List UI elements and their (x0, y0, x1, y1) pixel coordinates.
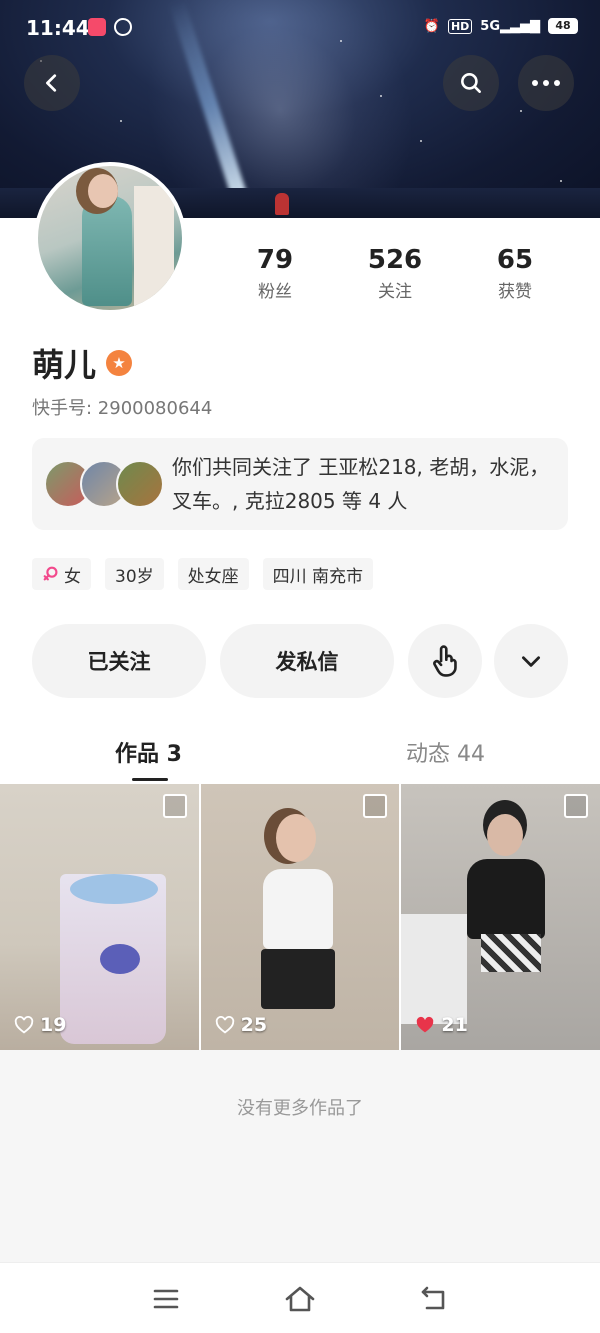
profile-name-row: 萌儿 ★ (32, 340, 133, 386)
alarm-icon: ⏰ (423, 18, 440, 34)
mutual-follow-text: 你们共同关注了 王亚松218, 老胡，水泥，叉车。, 克拉2805 等 4 人 (172, 455, 550, 513)
status-bar: 11:44 ⏰ HD 5G▂▃▅▇ 48 (0, 0, 600, 56)
tag-zodiac: 处女座 (177, 558, 249, 590)
stat-value: 79 (256, 245, 294, 275)
poke-button[interactable] (408, 624, 482, 698)
followed-button[interactable]: 已关注 (32, 624, 206, 698)
more-button[interactable] (518, 55, 574, 111)
like-count: 19 (14, 1014, 66, 1036)
tag-location: 四川 南充市 (262, 558, 374, 590)
avatar[interactable] (34, 162, 186, 314)
image-post-icon (162, 794, 187, 818)
app-notification-icon (88, 18, 106, 36)
stat-label: 获赞 (498, 282, 532, 302)
like-count: 25 (215, 1014, 267, 1036)
like-count-value: 19 (40, 1014, 67, 1036)
menu-icon (153, 1289, 179, 1309)
stat-value: 65 (496, 245, 534, 275)
profile-name: 萌儿 (32, 346, 97, 384)
tag-label: 女 (64, 566, 81, 587)
signal-icon: 5G▂▃▅▇ (480, 18, 540, 34)
work-thumbnail[interactable]: 25 (200, 784, 400, 1050)
active-tab-indicator (132, 778, 168, 781)
recent-apps-button[interactable] (150, 1283, 182, 1315)
system-back-button[interactable] (418, 1283, 450, 1315)
profile-tabs: 作品 3 动态 44 (0, 724, 600, 784)
image-post-icon (564, 794, 589, 818)
mutual-avatar (116, 460, 164, 508)
heart-outline-icon (215, 1016, 234, 1034)
works-grid: 19 25 21 (0, 784, 600, 1050)
search-icon (461, 73, 481, 93)
like-count-value: 25 (240, 1014, 268, 1036)
more-dots-icon (532, 80, 560, 86)
profile-tags: 女 30岁 处女座 四川 南充市 (32, 558, 374, 590)
profile-stats: 79 粉丝 526 关注 65 获赞 (215, 245, 575, 302)
system-nav-bar (0, 1262, 600, 1333)
no-more-text: 没有更多作品了 (237, 1098, 363, 1119)
chevron-left-icon (46, 74, 57, 92)
browser-notification-icon (114, 18, 132, 36)
heart-filled-icon (417, 1016, 434, 1033)
chevron-down-icon (522, 656, 540, 667)
back-button[interactable] (24, 55, 80, 111)
like-count-value: 21 (441, 1014, 468, 1036)
work-thumbnail[interactable]: 19 (0, 784, 199, 1050)
profile-screen: 11:44 ⏰ HD 5G▂▃▅▇ 48 79 粉丝 526 关注 65 获赞 … (0, 0, 600, 1333)
tab-moments[interactable]: 动态 44 (406, 736, 485, 768)
heart-outline-icon (14, 1016, 34, 1034)
like-count: 21 (415, 1014, 468, 1036)
female-icon (43, 566, 58, 581)
no-more-works: 没有更多作品了 (0, 1050, 600, 1262)
stat-label: 粉丝 (258, 282, 292, 302)
star-badge-icon[interactable]: ★ (106, 350, 133, 376)
work-thumbnail[interactable]: 21 (401, 784, 600, 1050)
kuaishou-id[interactable]: 快手号: 2900080644 (32, 394, 212, 420)
stat-label: 关注 (378, 282, 412, 302)
tag-age: 30岁 (105, 558, 164, 590)
home-button[interactable] (284, 1283, 316, 1315)
expand-button[interactable] (494, 624, 568, 698)
stat-value: 526 (367, 245, 423, 275)
tag-gender: 女 (32, 558, 91, 590)
profile-actions: 已关注 发私信 (32, 624, 568, 698)
search-button[interactable] (443, 55, 499, 111)
mutual-follow-card[interactable]: 你们共同关注了 王亚松218, 老胡，水泥，叉车。, 克拉2805 等 4 人 (32, 438, 568, 530)
send-message-button[interactable]: 发私信 (220, 624, 394, 698)
stat-fans[interactable]: 79 粉丝 (215, 245, 335, 302)
mutual-avatars (44, 460, 164, 508)
status-time: 11:44 (26, 16, 90, 40)
image-post-icon (363, 794, 388, 818)
stat-following[interactable]: 526 关注 (335, 245, 455, 302)
tab-works[interactable]: 作品 3 (115, 736, 182, 768)
hand-tap-icon (433, 645, 457, 677)
stat-likes[interactable]: 65 获赞 (455, 245, 575, 302)
hd-indicator: HD (447, 18, 473, 34)
back-arrow-icon (421, 1286, 445, 1310)
battery-icon: 48 (548, 18, 578, 34)
home-icon (285, 1286, 315, 1312)
